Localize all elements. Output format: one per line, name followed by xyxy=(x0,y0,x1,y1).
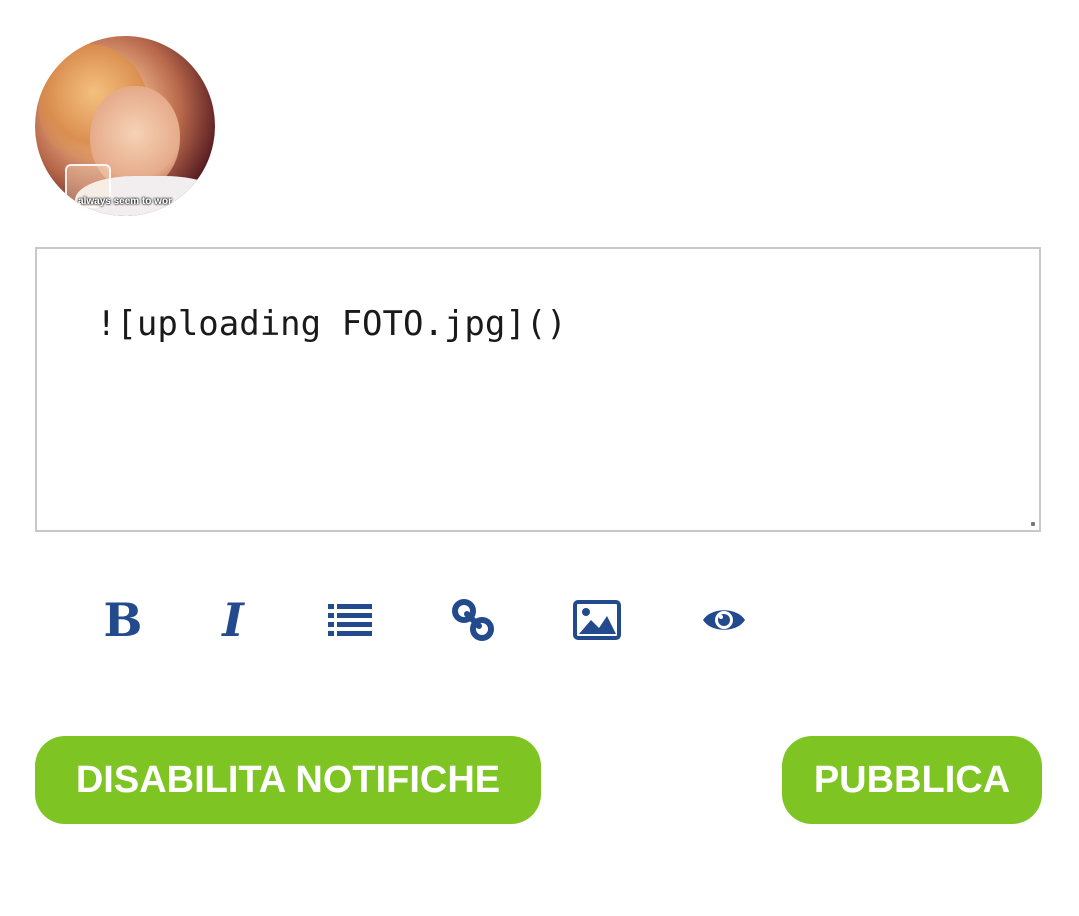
bold-button[interactable]: B xyxy=(93,592,153,648)
link-icon xyxy=(452,599,494,641)
comment-textarea[interactable]: ![uploading FOTO.jpg]() xyxy=(35,247,1041,532)
publish-label: PUBBLICA xyxy=(813,758,1011,801)
image-icon xyxy=(573,600,621,640)
list-icon xyxy=(328,604,372,636)
disable-notifications-label: DISABILITA NOTIFICHE xyxy=(75,758,501,801)
resize-grip-icon[interactable] xyxy=(1031,522,1035,526)
comment-text[interactable]: ![uploading FOTO.jpg]() xyxy=(96,304,567,344)
publish-button[interactable]: PUBBLICA xyxy=(782,736,1042,824)
link-button[interactable] xyxy=(443,592,503,648)
preview-eye-icon xyxy=(703,610,745,630)
list-button[interactable] xyxy=(320,592,380,648)
preview-button[interactable] xyxy=(694,592,754,648)
italic-icon: I xyxy=(222,593,244,647)
avatar-caption: always seem to wor xyxy=(78,196,172,207)
avatar[interactable]: always seem to wor xyxy=(35,36,215,216)
bold-icon: B xyxy=(103,593,143,647)
disable-notifications-button[interactable]: DISABILITA NOTIFICHE xyxy=(35,736,541,824)
image-button[interactable] xyxy=(567,592,627,648)
italic-button[interactable]: I xyxy=(203,592,263,648)
